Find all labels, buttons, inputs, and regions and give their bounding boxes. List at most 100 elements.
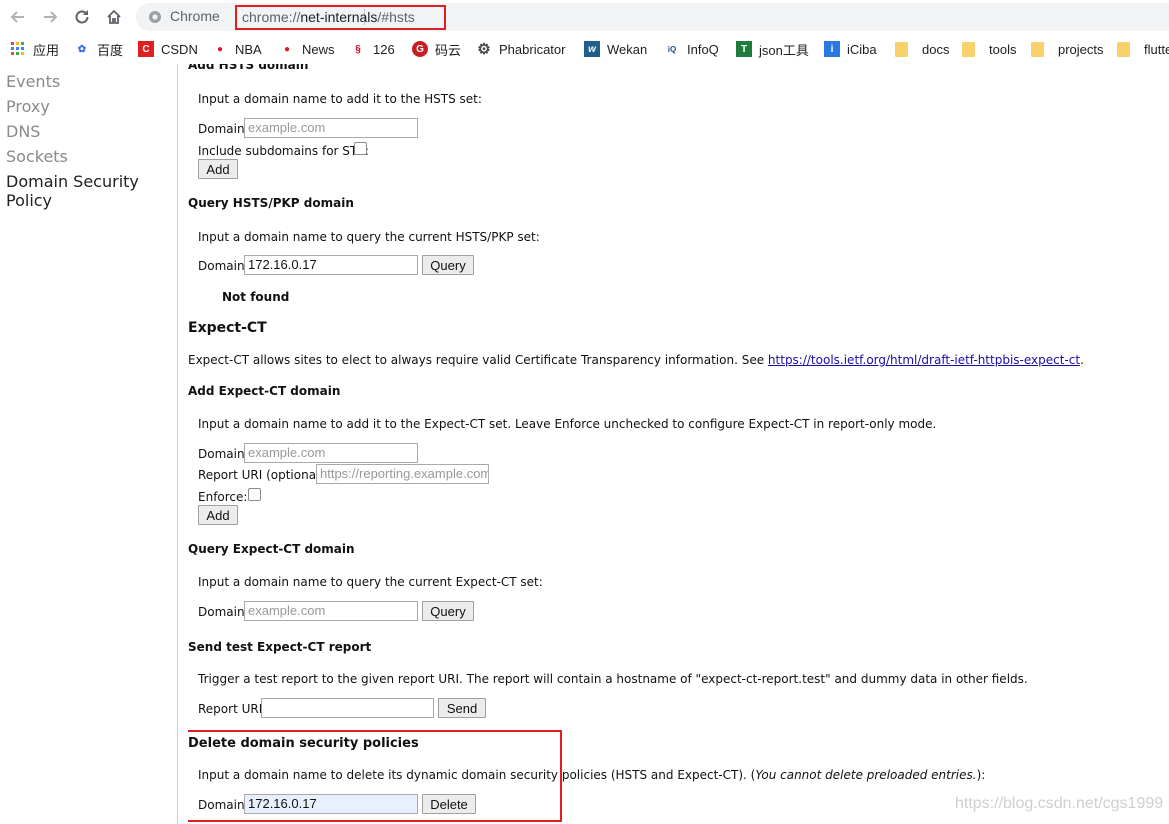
bookmark-label: projects [1058, 41, 1104, 57]
home-button[interactable] [102, 5, 126, 29]
add-expect-ct-report-uri-input[interactable]: https://reporting.example.com [316, 464, 489, 484]
bookmark-label: News [302, 41, 335, 57]
enforce-checkbox[interactable] [248, 488, 261, 501]
bookmark-nba[interactable]: ● NBA [212, 40, 262, 58]
query-expect-ct-button[interactable]: Query [422, 601, 474, 621]
add-hsts-domain-label: Domain: [198, 122, 249, 136]
test-expect-ct-description: Trigger a test report to the given repor… [198, 672, 1028, 686]
url-path: /#hsts [377, 9, 415, 25]
home-icon [107, 9, 121, 24]
delete-policies-description: Input a domain name to delete its dynami… [198, 768, 985, 782]
infoq-icon: iQ [667, 44, 677, 54]
delete-domain-input[interactable]: 172.16.0.17 [244, 794, 418, 814]
sidebar-item-events[interactable]: Events [6, 72, 60, 91]
expect-ct-description: Expect-CT allows sites to elect to alway… [188, 353, 1084, 367]
phabricator-gear-icon: ⚙ [477, 41, 491, 58]
bookmark-flutter[interactable]: flutte [1117, 40, 1169, 58]
bookmark-label: CSDN [161, 41, 198, 57]
omnibox-scheme-label: Chrome [170, 8, 220, 24]
expect-ct-description-end: . [1080, 353, 1084, 367]
expect-ct-spec-link[interactable]: https://tools.ietf.org/html/draft-ietf-h… [768, 353, 1080, 367]
bookmark-gitee[interactable]: G 码云 [412, 40, 461, 58]
sidebar-item-domain-security-policy[interactable]: Domain Security Policy [6, 172, 177, 210]
json-tool-icon: T [736, 41, 752, 57]
bookmark-label: 应用 [33, 42, 60, 58]
delete-policies-button[interactable]: Delete [422, 794, 476, 814]
query-hsts-button[interactable]: Query [422, 255, 474, 275]
bookmark-phabricator[interactable]: ⚙ Phabricator [476, 40, 565, 58]
query-hsts-result: Not found [222, 290, 290, 304]
apps-grid-icon [10, 41, 26, 57]
expect-ct-description-text: Expect-CT allows sites to elect to alway… [188, 353, 765, 367]
bookmark-docs[interactable]: docs [895, 40, 949, 58]
test-report-uri-input[interactable] [261, 698, 434, 718]
bookmark-json-tool[interactable]: T json工具 [736, 40, 809, 58]
test-report-uri-label: Report URI: [198, 702, 267, 716]
add-expect-ct-domain-label: Domain: [198, 447, 249, 461]
bookmark-projects[interactable]: projects [1031, 40, 1104, 58]
sidebar-item-proxy[interactable]: Proxy [6, 97, 50, 116]
bookmark-apps[interactable]: 应用 [10, 40, 59, 58]
net-internals-sidebar: Events Proxy DNS Sockets Domain Security… [0, 64, 178, 824]
query-hsts-domain-input[interactable]: 172.16.0.17 [244, 255, 418, 275]
query-expect-ct-description: Input a domain name to query the current… [198, 575, 543, 589]
bookmark-infoq[interactable]: iQ InfoQ [664, 40, 719, 58]
reload-icon [75, 10, 89, 24]
bookmark-baidu[interactable]: ✿ 百度 [74, 40, 123, 58]
add-hsts-domain-input[interactable]: example.com [244, 118, 418, 138]
bookmark-label: Phabricator [499, 41, 566, 57]
folder-icon [895, 41, 908, 57]
query-expect-ct-domain-label: Domain: [198, 605, 249, 619]
bookmark-wekan[interactable]: w Wekan [584, 40, 647, 58]
add-expect-ct-heading: Add Expect-CT domain [188, 384, 341, 398]
bookmark-label: docs [922, 41, 950, 57]
query-expect-ct-heading: Query Expect-CT domain [188, 542, 355, 556]
bookmark-label: iCiba [847, 41, 877, 57]
report-uri-optional-label: Report URI (optional): [198, 468, 329, 482]
folder-icon [1031, 41, 1044, 57]
add-hsts-heading: Add HSTS domain [188, 64, 309, 72]
enforce-label: Enforce: [198, 490, 248, 504]
delete-description-end: ): [976, 768, 986, 782]
folder-icon [1117, 41, 1130, 57]
bookmark-iciba[interactable]: i iCiba [824, 40, 877, 58]
include-subdomains-label: Include subdomains for STS: [198, 144, 369, 158]
bookmark-126[interactable]: § 126 [350, 40, 395, 58]
delete-description-text: Input a domain name to delete its dynami… [198, 768, 756, 782]
bookmark-label: 百度 [97, 42, 124, 58]
bookmark-label: json工具 [759, 42, 809, 58]
add-expect-ct-button[interactable]: Add [198, 505, 238, 525]
back-button[interactable] [6, 5, 30, 29]
forward-button[interactable] [38, 5, 62, 29]
watermark: https://blog.csdn.net/cgs1999 [955, 795, 1164, 812]
send-test-report-button[interactable]: Send [438, 698, 486, 718]
sidebar-item-dns[interactable]: DNS [6, 122, 40, 141]
wekan-icon: w [584, 41, 600, 57]
add-expect-ct-domain-input[interactable]: example.com [244, 443, 418, 463]
query-hsts-description: Input a domain name to query the current… [198, 230, 540, 244]
address-url[interactable]: chrome://net-internals/#hsts [235, 5, 446, 30]
bookmark-label: Wekan [607, 41, 648, 57]
chrome-logo-icon [149, 11, 161, 23]
query-expect-ct-domain-input[interactable]: example.com [244, 601, 418, 621]
reload-button[interactable] [70, 5, 94, 29]
domain-security-policy-panel: Add HSTS domain Input a domain name to a… [188, 64, 1169, 824]
sidebar-item-sockets[interactable]: Sockets [6, 147, 68, 166]
bookmark-news[interactable]: ● News [279, 40, 335, 58]
weibo-icon: ● [216, 43, 224, 55]
query-hsts-heading: Query HSTS/PKP domain [188, 196, 354, 210]
bookmark-tools[interactable]: tools [962, 40, 1016, 58]
folder-icon [962, 41, 975, 57]
bookmark-csdn[interactable]: C CSDN [138, 40, 198, 58]
bookmark-label: 126 [373, 41, 395, 57]
delete-domain-label: Domain: [198, 798, 249, 812]
add-hsts-button[interactable]: Add [198, 159, 238, 179]
url-scheme: chrome:// [242, 9, 301, 25]
delete-preloaded-note: You cannot delete preloaded entries. [755, 768, 977, 782]
delete-policies-heading: Delete domain security policies [188, 736, 419, 751]
test-expect-ct-heading: Send test Expect-CT report [188, 640, 372, 654]
bookmark-label: tools [989, 41, 1017, 57]
include-subdomains-checkbox[interactable] [354, 142, 367, 155]
gitee-icon: G [412, 41, 428, 57]
forward-arrow-icon [44, 11, 58, 23]
